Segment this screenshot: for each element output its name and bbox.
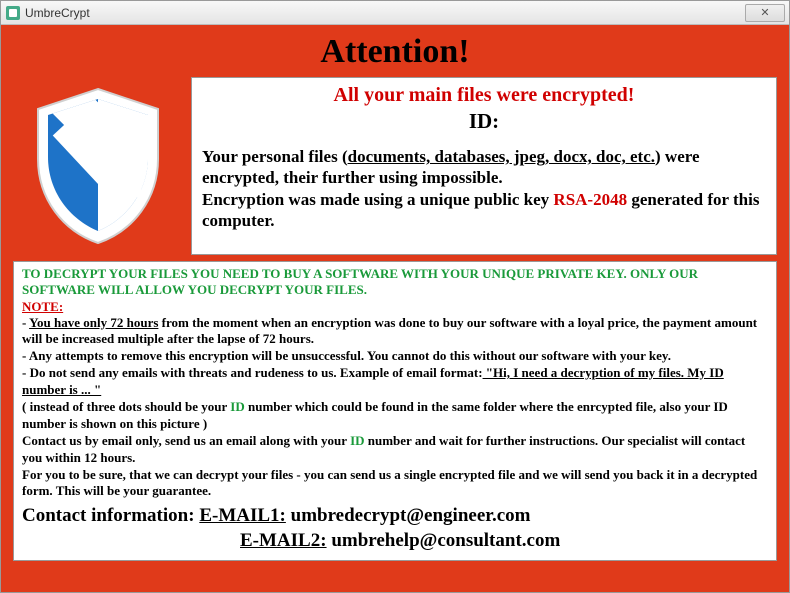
body-text: Encryption was made using a unique publi… [202,190,553,209]
app-icon [5,5,21,21]
note-3: - Do not send any emails with threats an… [22,365,768,399]
shield-icon [13,77,183,255]
rsa-key: RSA-2048 [553,190,627,209]
email1-value: umbredecrypt@engineer.com [286,505,531,526]
id-label: ID: [202,109,766,134]
email1-label: E-MAIL1: [199,505,286,526]
body-text: Your personal files ( [202,147,348,166]
content-area: Attention! All your main files were encr… [1,25,789,592]
close-icon: ✕ [760,6,769,19]
window-title: UmbreCrypt [25,6,745,20]
close-button[interactable]: ✕ [745,4,785,22]
file-types: documents, databases, jpeg, docx, doc, e… [348,147,655,166]
instructions-panel: TO DECRYPT YOUR FILES YOU NEED TO BUY A … [13,261,777,561]
email2-label: E-MAIL2: [240,530,327,551]
app-window: UmbreCrypt ✕ Attention! [0,0,790,593]
contact-label: Contact information: [22,505,199,526]
note-1: - You have only 72 hours from the moment… [22,315,768,349]
decrypt-instruction: TO DECRYPT YOUR FILES YOU NEED TO BUY A … [22,266,768,299]
panel-body: Your personal files (documents, database… [202,146,766,231]
note-6: For you to be sure, that we can decrypt … [22,467,768,501]
titlebar: UmbreCrypt ✕ [1,1,789,25]
note-4: ( instead of three dots should be your I… [22,399,768,433]
headline: Attention! [13,33,777,71]
email2-value: umbrehelp@consultant.com [327,530,561,551]
top-row: All your main files were encrypted! ID: … [13,77,777,255]
note-label: NOTE: [22,299,768,315]
note-5: Contact us by email only, send us an ema… [22,433,768,467]
note-2: - Any attempts to remove this encryption… [22,348,768,365]
contact-info: Contact information: E-MAIL1: umbredecry… [22,504,768,553]
panel-heading: All your main files were encrypted! [202,84,766,107]
encryption-panel: All your main files were encrypted! ID: … [191,77,777,255]
